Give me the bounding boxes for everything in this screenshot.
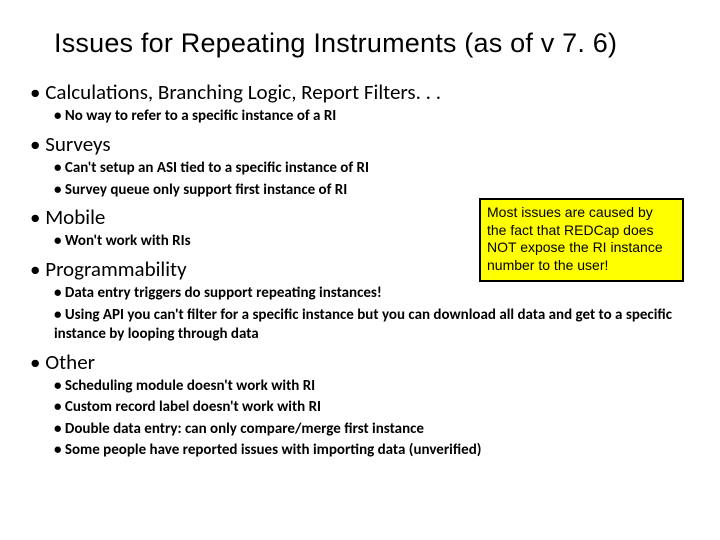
bullet-item: Using API you can't filter for a specifi… <box>54 306 696 345</box>
bullet-item: Can't setup an ASI tied to a specific in… <box>54 159 696 179</box>
section-calculations-heading: Calculations, Branching Logic, Report Fi… <box>30 79 696 105</box>
section-other-heading: Other <box>30 349 696 375</box>
bullet-item: Double data entry: can only compare/merg… <box>54 420 696 440</box>
bullet-item: No way to refer to a specific instance o… <box>54 107 696 127</box>
slide-title: Issues for Repeating Instruments (as of … <box>54 28 696 59</box>
bullet-item: Custom record label doesn't work with RI <box>54 398 696 418</box>
callout-box: Most issues are caused by the fact that … <box>479 198 684 282</box>
slide: Issues for Repeating Instruments (as of … <box>0 0 720 540</box>
bullet-item: Some people have reported issues with im… <box>54 441 696 461</box>
bullet-item: Data entry triggers do support repeating… <box>54 284 696 304</box>
section-surveys-heading: Surveys <box>30 131 696 157</box>
bullet-item: Scheduling module doesn't work with RI <box>54 377 696 397</box>
